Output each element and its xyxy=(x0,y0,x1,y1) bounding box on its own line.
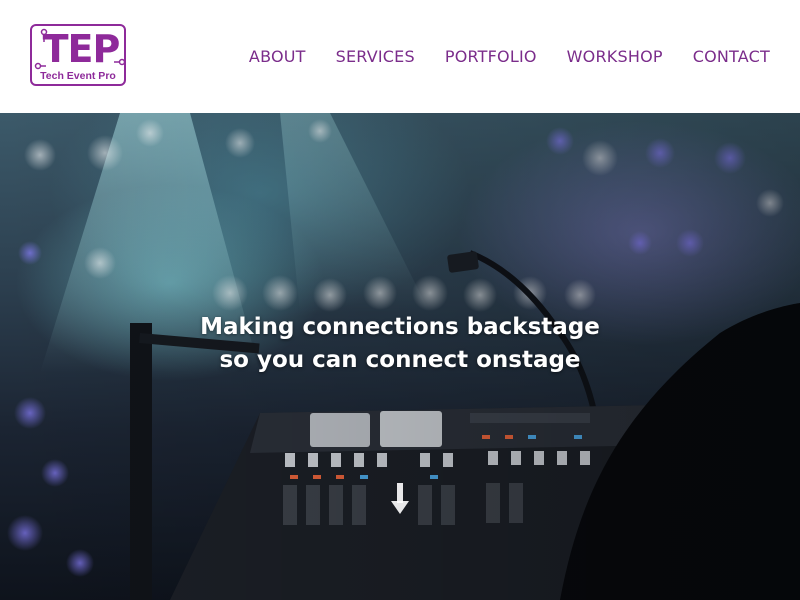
logo-mark: TEP xyxy=(42,27,121,71)
hero-headline-line1: Making connections backstage xyxy=(200,314,600,340)
nav-item-about[interactable]: ABOUT xyxy=(249,47,306,66)
nav-item-contact[interactable]: CONTACT xyxy=(693,47,770,66)
hero-headline: Making connections backstage so you can … xyxy=(100,311,700,377)
site-header: TEP Tech Event Pro ABOUT SERVICES PORTFO… xyxy=(0,0,800,113)
arrow-down-icon[interactable] xyxy=(390,483,410,515)
logo-text: Tech Event Pro xyxy=(40,70,116,82)
nav-item-portfolio[interactable]: PORTFOLIO xyxy=(445,47,537,66)
hero-headline-line2: so you can connect onstage xyxy=(219,347,581,373)
logo[interactable]: TEP Tech Event Pro xyxy=(30,24,126,86)
nav-item-workshop[interactable]: WORKSHOP xyxy=(567,47,663,66)
nav-item-services[interactable]: SERVICES xyxy=(336,47,415,66)
hero-section: Making connections backstage so you can … xyxy=(0,113,800,600)
main-nav: ABOUT SERVICES PORTFOLIO WORKSHOP CONTAC… xyxy=(249,44,770,68)
